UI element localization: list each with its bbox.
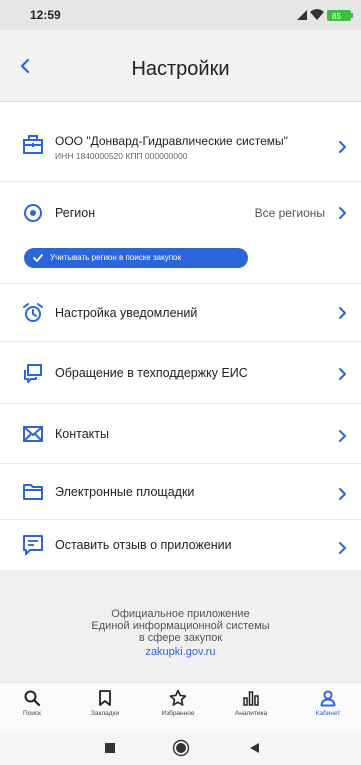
region-filter-label: Учитывать регион в поиске закупок bbox=[50, 253, 181, 262]
nav-search-label: Поиск bbox=[22, 710, 41, 717]
notifications-row[interactable]: Настройка уведомлений bbox=[0, 284, 361, 342]
page-title: Настройки bbox=[131, 58, 230, 80]
platforms-row[interactable]: Электронные площадки bbox=[0, 464, 361, 520]
alarm-clock-icon bbox=[23, 303, 43, 322]
chat-icon bbox=[24, 364, 42, 383]
bookmark-icon bbox=[99, 690, 111, 706]
chevron-right-icon bbox=[339, 488, 346, 500]
checkmark-icon bbox=[33, 254, 43, 262]
app-info-footer: Официальное приложение Единой информацио… bbox=[0, 570, 361, 682]
wifi-icon bbox=[310, 9, 324, 20]
nav-analytics[interactable]: Аналитика bbox=[221, 689, 281, 729]
contacts-label: Контакты bbox=[55, 427, 109, 441]
bottom-nav: Поиск Закладки Избранное Аналитика Кабин… bbox=[0, 682, 361, 732]
user-icon bbox=[320, 690, 336, 707]
chevron-right-icon bbox=[339, 207, 346, 219]
footer-line-1: Официальное приложение bbox=[111, 608, 250, 620]
status-time: 12:59 bbox=[30, 8, 61, 22]
folder-icon bbox=[23, 484, 43, 500]
support-label: Обращение в техподдержку ЕИС bbox=[55, 366, 248, 380]
support-row[interactable]: Обращение в техподдержку ЕИС bbox=[0, 342, 361, 404]
signal-icon bbox=[297, 10, 307, 20]
chevron-right-icon bbox=[339, 368, 346, 380]
organization-row[interactable]: ООО "Донвард-Гидравлические системы" ИНН… bbox=[0, 112, 361, 182]
nav-favorites-label: Избранное bbox=[161, 710, 195, 717]
triangle-left-icon bbox=[250, 743, 259, 753]
system-back-button[interactable] bbox=[248, 742, 260, 754]
region-row[interactable]: Регион Все регионы bbox=[0, 182, 361, 284]
home-button[interactable] bbox=[172, 739, 190, 757]
organization-name: ООО "Донвард-Гидравлические системы" bbox=[55, 134, 288, 148]
nav-cabinet-label: Кабинет bbox=[315, 710, 341, 717]
envelope-icon bbox=[23, 426, 43, 442]
location-pin-icon bbox=[24, 204, 42, 222]
footer-line-2: Единой информационной системы bbox=[91, 620, 270, 632]
platforms-label: Электронные площадки bbox=[55, 485, 195, 499]
nav-analytics-label: Аналитика bbox=[234, 710, 268, 717]
contacts-row[interactable]: Контакты bbox=[0, 404, 361, 464]
nav-search[interactable]: Поиск bbox=[2, 689, 62, 729]
building-icon bbox=[23, 135, 43, 154]
chevron-right-icon bbox=[339, 307, 346, 319]
website-link[interactable]: zakupki.gov.ru bbox=[0, 644, 361, 660]
nav-bookmarks-label: Закладки bbox=[90, 710, 120, 717]
battery-level: 85 bbox=[332, 12, 341, 21]
nav-bookmarks[interactable]: Закладки bbox=[75, 689, 135, 729]
chevron-right-icon bbox=[339, 542, 346, 554]
organization-details: ИНН 1840000520 КПП 000000000 bbox=[55, 151, 188, 161]
app-header: Настройки bbox=[0, 30, 361, 102]
nav-cabinet[interactable]: Кабинет bbox=[298, 689, 358, 729]
search-icon bbox=[24, 690, 41, 707]
status-icons: 85 bbox=[297, 9, 353, 21]
region-filter-toggle[interactable]: Учитывать регион в поиске закупок bbox=[24, 248, 248, 268]
feedback-icon bbox=[23, 535, 43, 555]
square-icon bbox=[105, 743, 115, 753]
nav-favorites[interactable]: Избранное bbox=[148, 689, 208, 729]
bar-chart-icon bbox=[243, 691, 259, 706]
system-nav-bar bbox=[0, 732, 361, 765]
feedback-label: Оставить отзыв о приложении bbox=[55, 538, 232, 552]
chevron-right-icon bbox=[339, 430, 346, 442]
feedback-row[interactable]: Оставить отзыв о приложении bbox=[0, 520, 361, 570]
footer-line-3: в сфере закупок bbox=[138, 632, 223, 644]
chevron-right-icon bbox=[339, 141, 346, 153]
region-label: Регион bbox=[55, 206, 96, 220]
star-icon bbox=[169, 689, 187, 706]
recent-apps-button[interactable] bbox=[104, 742, 116, 754]
notifications-label: Настройка уведомлений bbox=[55, 306, 198, 320]
status-bar: 12:59 85 bbox=[0, 0, 361, 30]
region-value: Все регионы bbox=[254, 206, 325, 220]
